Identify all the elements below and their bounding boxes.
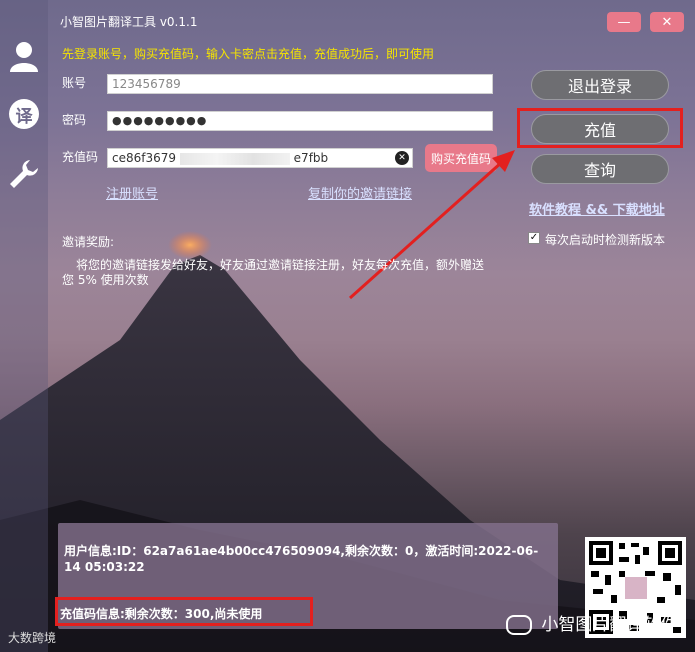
password-input[interactable]: ●●●●●●●●● [107,111,493,131]
password-label: 密码 [62,113,87,127]
code-info-highlight-box [55,597,313,626]
sidebar-item-account[interactable] [6,38,42,74]
register-link[interactable]: 注册账号 [106,183,158,202]
code-label: 充值码 [62,150,99,164]
translate-icon-label: 译 [15,106,33,127]
user-info-text: 用户信息:ID：62a7a61ae4b00cc476509094,剩余次数：0，… [64,544,539,574]
wrench-icon [10,160,38,188]
buy-code-button[interactable]: 购买充值码 [425,144,497,172]
close-button[interactable]: ✕ [650,12,684,32]
check-update-label: 每次启动时检测新版本 [545,233,666,247]
corner-watermark: 大数跨境 [8,631,57,645]
minimize-button[interactable]: — [607,12,641,32]
window-title: 小智图片翻译工具 v0.1.1 [60,15,198,29]
code-blur-mask [179,152,290,165]
invite-title: 邀请奖励: [62,235,115,249]
brand-watermark: 小智图片翻译软件 [506,610,677,635]
check-update-checkbox[interactable]: ✓ [528,232,540,244]
clear-icon[interactable]: ✕ [395,151,409,165]
usage-notice: 先登录账号，购买充值码，输入卡密点击充值，充值成功后，即可使用 [62,47,435,61]
wechat-icon [506,615,532,635]
invite-text: 将您的邀请链接发给好友，好友通过邀请链接注册，好友每次充值，额外赠送您 5% 使… [62,258,485,287]
app-window: 译 小智图片翻译工具 v0.1.1 — ✕ 先登录账号，购买充值码，输入卡密点击… [0,0,695,652]
logout-button[interactable]: 退出登录 [531,70,669,100]
recharge-highlight-box [517,108,683,148]
query-button[interactable]: 查询 [531,154,669,184]
translate-icon: 译 [9,99,39,129]
sidebar-item-translate[interactable]: 译 [6,96,42,132]
code-value-end: e7fbb [293,151,329,165]
recharge-code-input[interactable]: ce86f3679 e7fbb ✕ [107,148,413,168]
account-input[interactable]: 123456789 [107,74,493,94]
sidebar: 译 [0,0,48,652]
user-icon [10,42,38,72]
sidebar-item-tools[interactable] [6,156,42,192]
brand-watermark-text: 小智图片翻译软件 [541,615,678,635]
copy-invite-link[interactable]: 复制你的邀请链接 [308,183,412,202]
code-value-start: ce86f3679 [112,151,177,165]
tutorial-download-link[interactable]: 软件教程 && 下载地址 [529,199,665,218]
account-label: 账号 [62,76,87,90]
